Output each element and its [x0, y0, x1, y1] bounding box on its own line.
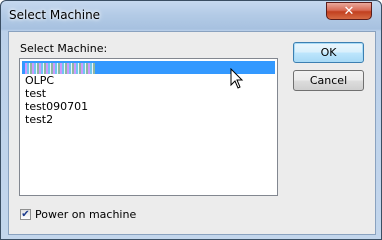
list-item[interactable]: test2	[22, 113, 275, 126]
check-mark-icon: ✔	[21, 208, 30, 220]
power-on-label: Power on machine	[35, 208, 137, 221]
dialog-window: Select Machine ✕ Select Machine: OLPC te…	[0, 0, 382, 240]
ok-button[interactable]: OK	[293, 42, 364, 63]
close-button[interactable]: ✕	[326, 2, 372, 20]
cancel-button[interactable]: Cancel	[293, 70, 364, 91]
power-on-checkbox[interactable]: ✔	[20, 209, 31, 220]
window-title: Select Machine	[9, 8, 101, 22]
obscured-machine-name	[25, 62, 95, 74]
power-on-option[interactable]: ✔ Power on machine	[20, 208, 136, 221]
close-icon: ✕	[343, 3, 355, 19]
list-item[interactable]: test090701	[22, 100, 275, 113]
title-bar[interactable]: Select Machine ✕	[1, 1, 381, 31]
dialog-body: Select Machine: OLPC test test090701 tes…	[8, 31, 376, 235]
mouse-pointer-icon	[230, 68, 244, 89]
machine-list-label: Select Machine:	[20, 42, 108, 55]
